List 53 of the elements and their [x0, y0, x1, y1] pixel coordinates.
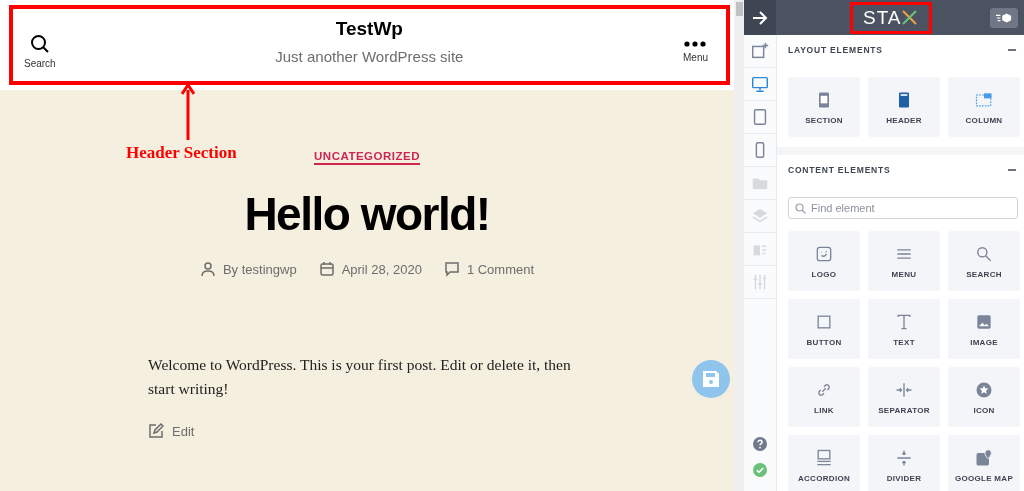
- pencil-icon: [148, 423, 164, 440]
- search-icon: [29, 33, 50, 54]
- element-tile[interactable]: TEXT: [868, 299, 940, 359]
- post-meta-text[interactable]: By testingwp: [222, 261, 297, 277]
- element-tile[interactable]: MENU: [868, 231, 940, 291]
- scrollbar[interactable]: [734, 0, 744, 491]
- templates-button[interactable]: [990, 7, 1018, 28]
- check-icon: [753, 463, 767, 477]
- section-heading: CONTENT ELEMENTS: [788, 165, 891, 175]
- element-tile[interactable]: COLUMN: [948, 77, 1020, 137]
- accordion-icon: [814, 447, 834, 468]
- add-icon: [750, 41, 770, 61]
- minus-icon: [1008, 166, 1016, 174]
- element-tile[interactable]: LOGO: [788, 231, 860, 291]
- post-meta-text[interactable]: 1 Comment: [466, 261, 535, 277]
- post-title: Hello world!: [244, 187, 490, 241]
- comment-icon: [443, 261, 460, 277]
- annotation-arrow: [181, 84, 195, 142]
- element-tile[interactable]: ICON: [948, 367, 1020, 427]
- x-mark-icon: [901, 10, 917, 25]
- save-button[interactable]: [692, 360, 730, 398]
- search-field[interactable]: Find element: [788, 197, 1018, 219]
- site-title[interactable]: TestWp: [335, 17, 403, 40]
- category-link[interactable]: UNCATEGORIZED: [314, 150, 420, 165]
- map-icon: [974, 447, 994, 468]
- element-tile[interactable]: GOOGLE MAP: [948, 435, 1020, 491]
- collapse-button[interactable]: [744, 0, 776, 35]
- calendar-icon: [318, 261, 335, 277]
- more-icon: [684, 39, 707, 48]
- cube-icon: [996, 11, 1012, 24]
- person-icon: [199, 261, 216, 277]
- desktop-icon: [750, 74, 770, 94]
- site-tagline: Just another WordPress site: [275, 47, 464, 65]
- post-paragraph: Welcome to WordPress. This is your first post. Edit or delete it, then start writing!: [148, 355, 572, 399]
- minus-icon: [1008, 46, 1016, 54]
- search-button[interactable]: Search: [24, 33, 56, 69]
- element-tile[interactable]: DIVIDER: [868, 435, 940, 491]
- menu-button[interactable]: Menu: [683, 39, 708, 63]
- logo: STA: [853, 4, 929, 31]
- element-tile[interactable]: SECTION: [788, 77, 860, 137]
- element-tile[interactable]: SEPARATOR: [868, 367, 940, 427]
- post-meta-text: April 28, 2020: [341, 261, 422, 277]
- arrow-right-icon: [752, 10, 768, 25]
- annotation-label: Header Section: [126, 143, 237, 163]
- help-icon[interactable]: [753, 437, 767, 451]
- element-tile[interactable]: BUTTON: [788, 299, 860, 359]
- element-tile[interactable]: LINK: [788, 367, 860, 427]
- edit-link[interactable]: Edit: [172, 423, 195, 439]
- element-tile[interactable]: ACCORDION: [788, 435, 860, 491]
- element-tile[interactable]: SEARCH: [948, 231, 1020, 291]
- element-tile[interactable]: HEADER: [868, 77, 940, 137]
- section-heading: LAYOUT ELEMENTS: [788, 45, 883, 55]
- element-tile[interactable]: IMAGE: [948, 299, 1020, 359]
